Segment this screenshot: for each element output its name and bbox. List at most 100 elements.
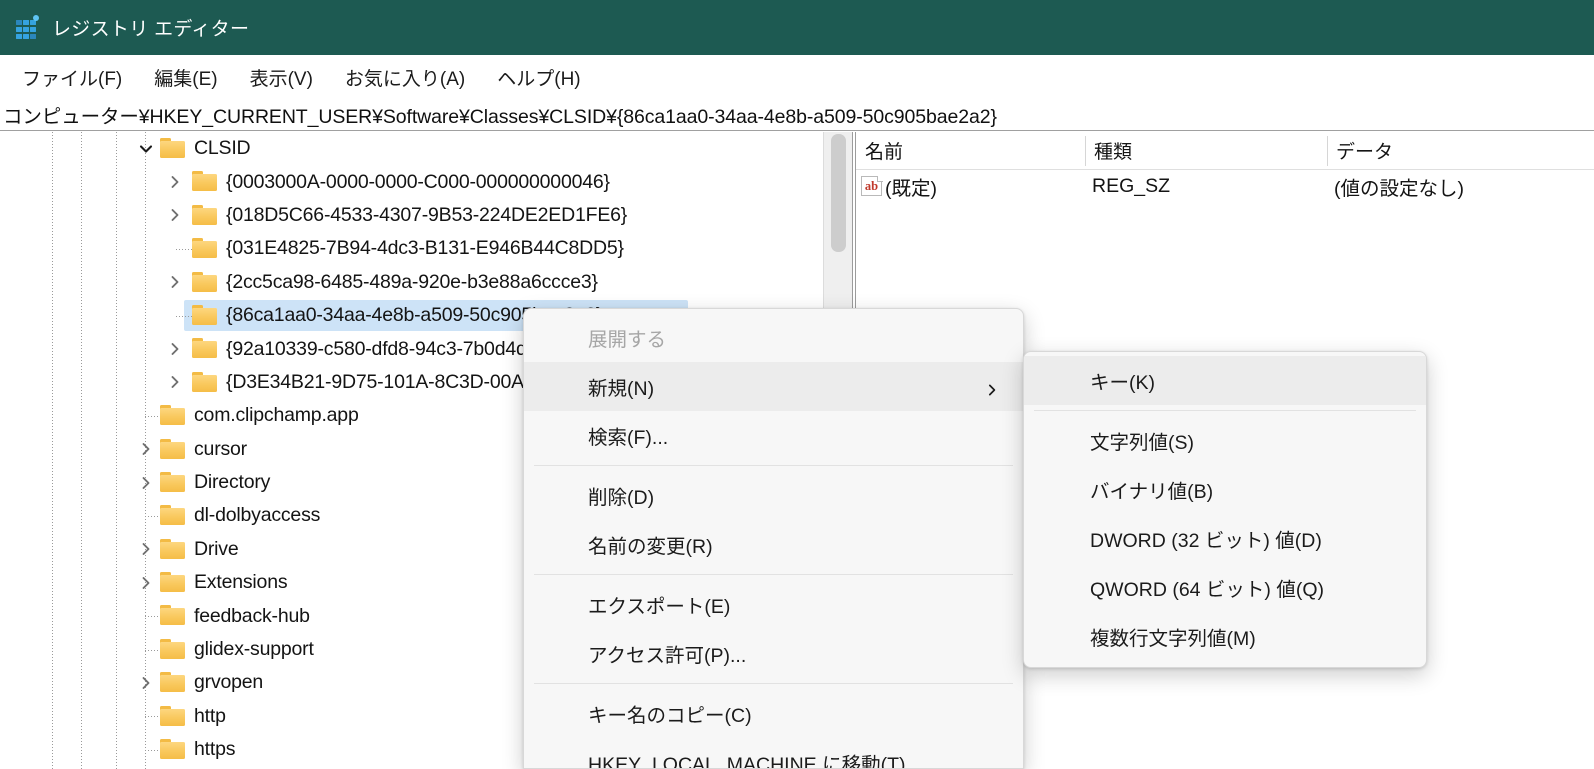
folder-icon bbox=[160, 471, 186, 493]
registry-editor-window: レジストリ エディター ファイル(F) 編集(E) 表示(V) お気に入り(A) ヘルプ… bbox=[0, 0, 1594, 769]
chevron-right-icon[interactable] bbox=[167, 207, 183, 223]
folder-icon bbox=[192, 238, 218, 259]
tree-connector bbox=[145, 515, 161, 517]
folder-icon bbox=[160, 572, 186, 593]
menu-item-label: 削除(D) bbox=[588, 487, 655, 509]
menu-edit[interactable]: 編集(E) bbox=[144, 61, 227, 94]
chevron-right-icon[interactable] bbox=[138, 675, 154, 691]
folder-icon bbox=[160, 638, 186, 660]
chevron-right-icon[interactable] bbox=[167, 174, 183, 190]
menu-view[interactable]: 表示(V) bbox=[240, 61, 323, 94]
folder-icon bbox=[160, 605, 186, 626]
registry-path: コンピューター¥HKEY_CURRENT_USER¥Software¥Class… bbox=[3, 106, 997, 128]
tree-item[interactable]: {2cc5ca98-6485-489a-920e-b3e88a6ccce3} bbox=[0, 266, 823, 299]
sub-new-binary[interactable]: バイナリ値(B) bbox=[1024, 465, 1426, 514]
address-bar[interactable]: コンピューター¥HKEY_CURRENT_USER¥Software¥Class… bbox=[0, 99, 1594, 131]
folder-icon bbox=[160, 672, 186, 693]
sub-new-key[interactable]: キー(K) bbox=[1024, 356, 1426, 405]
value-row[interactable]: ab (既定) REG_SZ (値の設定なし) bbox=[856, 170, 1594, 203]
tree-item-label: Drive bbox=[194, 537, 239, 560]
tree-connector bbox=[145, 415, 161, 417]
menu-item-label: キー(K) bbox=[1090, 372, 1155, 394]
folder-icon bbox=[160, 405, 186, 426]
ctx-copy-key-name[interactable]: キー名のコピー(C) bbox=[524, 689, 1023, 738]
ctx-export[interactable]: エクスポート(E) bbox=[524, 580, 1023, 629]
sub-new-string[interactable]: 文字列値(S) bbox=[1024, 416, 1426, 465]
chevron-right-icon[interactable] bbox=[167, 341, 183, 357]
column-header-data[interactable]: データ bbox=[1327, 132, 1594, 169]
folder-icon bbox=[160, 138, 186, 159]
chevron-right-icon[interactable] bbox=[138, 475, 154, 491]
context-menu[interactable]: 展開する新規(N) 検索(F)... 削除(D) 名前の変更(R) エクスポート(E) ア… bbox=[523, 308, 1024, 769]
tree-item-label: {2cc5ca98-6485-489a-920e-b3e88a6ccce3} bbox=[226, 270, 598, 293]
chevron-right-icon[interactable] bbox=[138, 541, 154, 557]
registry-grid-icon bbox=[14, 14, 40, 41]
tree-item-label: cursor bbox=[194, 437, 247, 460]
menu-item-label: 文字列値(S) bbox=[1090, 432, 1194, 454]
menu-separator bbox=[534, 574, 1013, 575]
sub-new-multistring[interactable]: 複数行文字列値(M) bbox=[1024, 612, 1426, 661]
window-title: レジストリ エディター bbox=[52, 19, 250, 40]
ctx-goto-hklm[interactable]: HKEY_LOCAL_MACHINE に移動(T) bbox=[524, 738, 1023, 769]
ctx-delete[interactable]: 削除(D) bbox=[524, 471, 1023, 520]
menu-separator bbox=[534, 465, 1013, 466]
tree-item-label: http bbox=[194, 704, 226, 727]
values-column-header: 名前 種類 データ bbox=[856, 132, 1594, 170]
folder-icon bbox=[192, 271, 218, 293]
folder-icon bbox=[160, 505, 186, 526]
folder-icon bbox=[160, 705, 186, 727]
menu-item-label: QWORD (64 ビット) 値(Q) bbox=[1090, 579, 1324, 601]
chevron-right-icon[interactable] bbox=[167, 374, 183, 390]
tree-connector bbox=[145, 749, 161, 751]
menu-item-label: キー名のコピー(C) bbox=[588, 705, 752, 727]
folder-icon bbox=[192, 304, 218, 326]
tree-item-label: com.clipchamp.app bbox=[194, 404, 359, 427]
scrollbar-thumb[interactable] bbox=[831, 134, 846, 252]
menu-item-label: エクスポート(E) bbox=[588, 596, 731, 618]
menu-bar: ファイル(F) 編集(E) 表示(V) お気に入り(A) ヘルプ(H) bbox=[0, 55, 1594, 99]
string-value-icon: ab bbox=[861, 176, 883, 197]
ctx-new[interactable]: 新規(N) bbox=[524, 362, 1023, 411]
tree-connector bbox=[145, 649, 161, 651]
ctx-expand: 展開する bbox=[524, 313, 1023, 362]
tree-item-label: {031E4825-7B94-4dc3-B131-E946B44C8DD5} bbox=[226, 237, 624, 260]
ctx-find[interactable]: 検索(F)... bbox=[524, 411, 1023, 460]
sub-new-qword[interactable]: QWORD (64 ビット) 値(Q) bbox=[1024, 563, 1426, 612]
chevron-down-icon[interactable] bbox=[138, 141, 154, 157]
sub-new-expandstring[interactable]: 展開可能な文字列値(E) bbox=[1024, 661, 1426, 667]
menu-favorites[interactable]: お気に入り(A) bbox=[335, 61, 475, 94]
tree-item-label: dl-dolbyaccess bbox=[194, 504, 321, 527]
context-submenu-new[interactable]: キー(K) 文字列値(S) バイナリ値(B) DWORD (32 ビット) 値(D) Q… bbox=[1023, 351, 1427, 668]
tree-item[interactable]: {018D5C66-4533-4307-9B53-224DE2ED1FE6} bbox=[0, 199, 823, 232]
menu-help[interactable]: ヘルプ(H) bbox=[487, 61, 590, 94]
menu-item-label: バイナリ値(B) bbox=[1090, 481, 1214, 503]
menu-item-label: 新規(N) bbox=[588, 378, 655, 400]
tree-item-label: Directory bbox=[194, 471, 271, 494]
value-type-cell: REG_SZ bbox=[1092, 175, 1171, 197]
title-bar: レジストリ エディター bbox=[0, 0, 1594, 55]
folder-icon bbox=[192, 338, 218, 359]
tree-connector bbox=[145, 616, 161, 618]
menu-file[interactable]: ファイル(F) bbox=[12, 61, 132, 94]
column-header-type[interactable]: 種類 bbox=[1085, 132, 1327, 169]
value-data-cell: (値の設定なし) bbox=[1334, 178, 1464, 200]
menu-item-label: アクセス許可(P)... bbox=[588, 645, 747, 667]
menu-item-label: HKEY_LOCAL_MACHINE に移動(T) bbox=[588, 754, 906, 769]
folder-icon bbox=[160, 739, 186, 760]
ctx-permissions[interactable]: アクセス許可(P)... bbox=[524, 629, 1023, 678]
chevron-right-icon[interactable] bbox=[138, 441, 154, 457]
sub-new-dword[interactable]: DWORD (32 ビット) 値(D) bbox=[1024, 514, 1426, 563]
menu-separator bbox=[1034, 410, 1416, 411]
tree-connector bbox=[145, 716, 161, 718]
tree-item-label: CLSID bbox=[194, 137, 251, 160]
chevron-right-icon[interactable] bbox=[167, 274, 183, 290]
tree-item[interactable]: {0003000A-0000-0000-C000-000000000046} bbox=[0, 165, 823, 198]
column-header-name[interactable]: 名前 bbox=[856, 132, 1085, 169]
tree-item[interactable]: CLSID bbox=[0, 132, 823, 165]
menu-item-label: 複数行文字列値(M) bbox=[1090, 628, 1256, 650]
tree-item-label: glidex-support bbox=[194, 638, 314, 661]
tree-item[interactable]: {031E4825-7B94-4dc3-B131-E946B44C8DD5} bbox=[0, 232, 823, 265]
ctx-rename[interactable]: 名前の変更(R) bbox=[524, 520, 1023, 569]
chevron-right-icon[interactable] bbox=[138, 575, 154, 591]
tree-connector bbox=[176, 248, 192, 250]
